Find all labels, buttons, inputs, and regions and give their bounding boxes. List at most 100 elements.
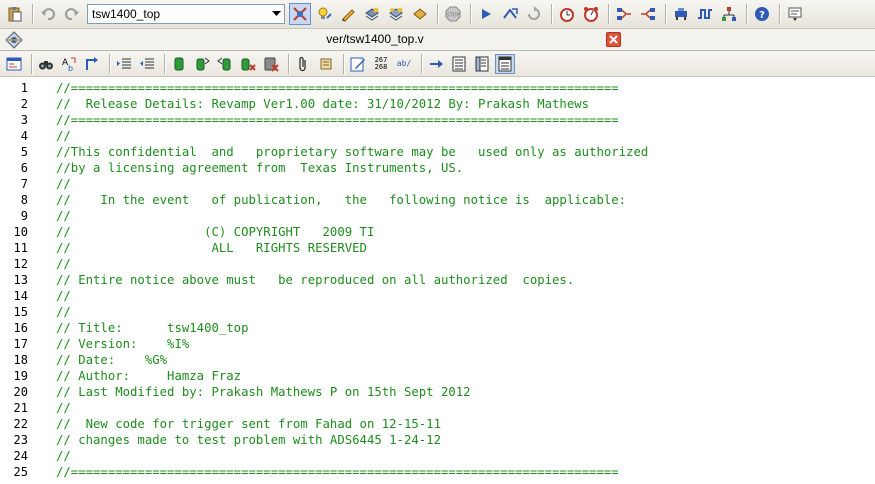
line-number: 14 — [13, 289, 28, 303]
line-number: 2 — [20, 97, 28, 111]
paste-icon[interactable] — [4, 3, 26, 25]
outdent-icon[interactable] — [137, 54, 157, 74]
check-icon[interactable] — [409, 3, 431, 25]
code-line[interactable]: //This confidential and proprietary soft… — [56, 144, 648, 160]
code-line[interactable]: // Date: %G% — [56, 352, 167, 368]
code-line[interactable]: // (C) COPYRIGHT 2009 TI — [56, 224, 374, 240]
toolbar-separator — [779, 4, 780, 24]
code-line[interactable]: // — [56, 176, 71, 192]
code-line[interactable]: // Entire notice above must be reproduce… — [56, 272, 574, 288]
bookmark-clear-all-icon[interactable] — [261, 54, 281, 74]
step-icon[interactable] — [499, 3, 521, 25]
document-properties-icon[interactable] — [4, 54, 24, 74]
bookmark-icon[interactable] — [169, 54, 189, 74]
code-line[interactable]: // changes made to test problem with ADS… — [56, 432, 441, 448]
pencil-icon[interactable] — [337, 3, 359, 25]
svg-text:?: ? — [759, 10, 765, 21]
dropdown-menu-icon[interactable] — [784, 3, 806, 25]
compile-icon[interactable] — [361, 3, 383, 25]
toolbar-separator — [608, 4, 609, 24]
split-vertical-icon[interactable] — [472, 54, 492, 74]
toolbar-separator — [470, 4, 471, 24]
attach-icon[interactable] — [293, 54, 313, 74]
line-number: 10 — [13, 225, 28, 239]
abbreviation-icon[interactable]: ab/ — [394, 54, 414, 74]
line-number: 4 — [20, 129, 28, 143]
module-select[interactable]: tsw1400_top — [87, 4, 285, 24]
code-line[interactable]: // — [56, 256, 71, 272]
run-icon[interactable] — [475, 3, 497, 25]
line-numbers-bottom-label: 268 — [374, 62, 388, 71]
stop-icon[interactable]: STOP — [442, 3, 464, 25]
tab-title[interactable]: ver/tsw1400_top.v — [0, 32, 750, 46]
abbreviation-label: ab/ — [396, 59, 412, 68]
toolbar-separator — [551, 4, 552, 24]
bookmark-clear-icon[interactable] — [238, 54, 258, 74]
main-toolbar: tsw1400_top STOP ? — [0, 0, 875, 29]
tree-icon[interactable] — [718, 3, 740, 25]
line-number: 21 — [13, 401, 28, 415]
toolbar-separator — [746, 4, 747, 24]
line-number: 9 — [20, 209, 28, 223]
code-line[interactable]: // Author: Hamza Fraz — [56, 368, 241, 384]
line-number: 8 — [20, 193, 28, 207]
code-line[interactable]: // — [56, 288, 71, 304]
wave-icon[interactable] — [694, 3, 716, 25]
line-numbers-icon[interactable]: 267 268 — [371, 54, 391, 74]
reset-icon[interactable] — [523, 3, 545, 25]
code-line[interactable]: // ALL RIGHTS RESERVED — [56, 240, 367, 256]
code-line[interactable]: //======================================… — [56, 464, 619, 480]
code-line[interactable]: // — [56, 208, 71, 224]
code-line[interactable]: // New code for trigger sent from Fahad … — [56, 416, 441, 432]
line-number: 5 — [20, 145, 28, 159]
toolbar-separator — [343, 53, 344, 74]
goto-icon[interactable] — [82, 54, 102, 74]
find-icon[interactable] — [36, 54, 56, 74]
code-line[interactable]: // Last Modified by: Prakash Mathews P o… — [56, 384, 471, 400]
light-bulb-icon[interactable] — [313, 3, 335, 25]
code-line[interactable]: //by a licensing agreement from Texas In… — [56, 160, 463, 176]
arrow-right-icon[interactable] — [426, 54, 446, 74]
line-number: 13 — [13, 273, 28, 287]
alarm-icon[interactable] — [580, 3, 602, 25]
help-icon[interactable]: ? — [751, 3, 773, 25]
split-horizontal-icon[interactable] — [449, 54, 469, 74]
indent-icon[interactable] — [114, 54, 134, 74]
chevron-down-icon[interactable] — [268, 5, 284, 23]
code-line[interactable]: // Version: %I% — [56, 336, 189, 352]
scroll-icon[interactable] — [316, 54, 336, 74]
code-line[interactable]: // — [56, 304, 71, 320]
code-line[interactable]: // Title: tsw1400_top — [56, 320, 249, 336]
full-view-icon[interactable] — [495, 53, 515, 74]
edit-document-icon[interactable] — [348, 54, 368, 74]
code-editor[interactable]: 1 2 3 4 5 6 7 8 9 10 11 12 13 14 15 16 17 18 19 20 21 22 23 24 2… — [0, 78, 875, 484]
line-number: 19 — [13, 369, 28, 383]
line-number: 6 — [20, 161, 28, 175]
replace-icon[interactable]: Ab — [59, 54, 79, 74]
undo-icon[interactable] — [37, 3, 59, 25]
redo-icon[interactable] — [61, 3, 83, 25]
code-line[interactable]: //======================================… — [56, 80, 619, 96]
line-number: 20 — [13, 385, 28, 399]
line-number: 7 — [20, 177, 28, 191]
bookmark-prev-icon[interactable] — [215, 54, 235, 74]
flow-left-icon[interactable] — [613, 3, 635, 25]
line-number: 15 — [13, 305, 28, 319]
line-number: 24 — [13, 449, 28, 463]
code-line[interactable]: // — [56, 400, 71, 416]
code-line[interactable]: // — [56, 128, 71, 144]
flow-right-icon[interactable] — [637, 3, 659, 25]
code-line[interactable]: //======================================… — [56, 112, 619, 128]
compile-all-icon[interactable] — [385, 3, 407, 25]
cross-probe-icon[interactable] — [289, 3, 311, 25]
toolbar-separator — [665, 4, 666, 24]
timer-icon[interactable] — [556, 3, 578, 25]
code-line[interactable]: // — [56, 448, 71, 464]
bookmark-next-icon[interactable] — [192, 54, 212, 74]
toolbar-separator — [32, 4, 33, 24]
bus-icon[interactable] — [670, 3, 692, 25]
code-line[interactable]: // Release Details: Revamp Ver1.00 date:… — [56, 96, 589, 112]
close-icon[interactable] — [606, 32, 621, 47]
line-number: 18 — [13, 353, 28, 367]
code-line[interactable]: // In the event of publication, the foll… — [56, 192, 626, 208]
